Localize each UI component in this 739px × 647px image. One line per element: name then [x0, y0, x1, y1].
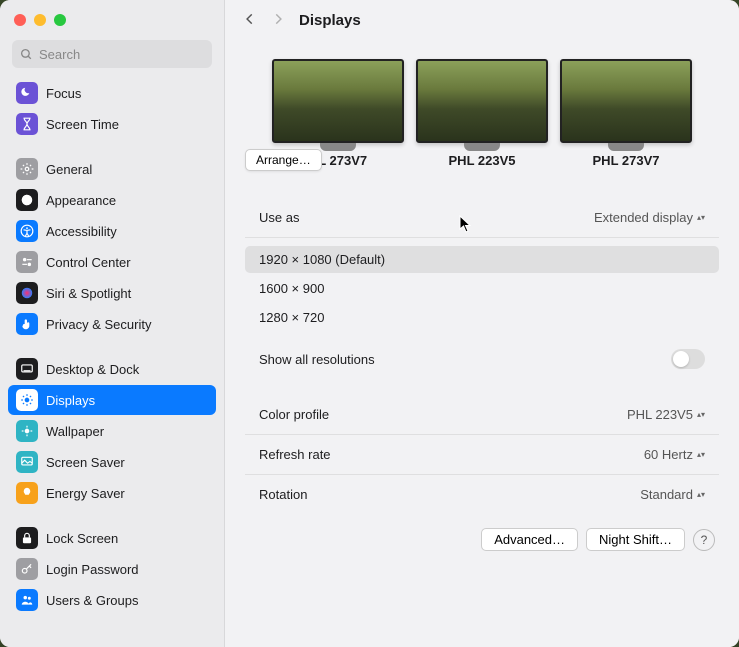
resolution-option[interactable]: 1600 × 900 [245, 275, 719, 302]
gear-icon [16, 158, 38, 180]
help-button[interactable]: ? [693, 529, 715, 551]
use-as-row[interactable]: Use as Extended display ▴▾ [245, 198, 719, 238]
key-icon [16, 558, 38, 580]
sidebar-item-screen-time[interactable]: Screen Time [8, 109, 216, 139]
sidebar-item-label: Login Password [46, 562, 139, 577]
color-profile-row[interactable]: Color profile PHL 223V5▴▾ [245, 395, 719, 435]
sidebar-item-label: Appearance [46, 193, 116, 208]
settings-block-use-as: Use as Extended display ▴▾ 1920 × 1080 (… [245, 198, 719, 381]
monitor-screen-icon [416, 59, 548, 143]
refresh-rate-row[interactable]: Refresh rate 60 Hertz▴▾ [245, 435, 719, 475]
sidebar: Search Focus Screen Time General Appearance… [0, 0, 225, 647]
color-profile-label: Color profile [259, 407, 329, 422]
minimize-window-button[interactable] [34, 14, 46, 26]
bulb-icon [16, 482, 38, 504]
monitor-thumbnail[interactable]: PHL 223V5 [416, 59, 548, 168]
sidebar-item-label: Screen Time [46, 117, 119, 132]
night-shift-button[interactable]: Night Shift… [586, 528, 685, 551]
hand-icon [16, 313, 38, 335]
appearance-icon [16, 189, 38, 211]
chevron-updown-icon: ▴▾ [697, 215, 705, 220]
chevron-updown-icon: ▴▾ [697, 412, 705, 417]
show-all-resolutions-row: Show all resolutions [245, 337, 719, 381]
content: Arrange… HL 273V7PHL 223V5PHL 273V7 Use … [225, 41, 739, 647]
monitor-arrangement: Arrange… HL 273V7PHL 223V5PHL 273V7 [245, 59, 719, 168]
forward-button[interactable] [271, 12, 285, 29]
switches-icon [16, 251, 38, 273]
sidebar-item-energy-saver[interactable]: Energy Saver [8, 478, 216, 508]
sidebar-item-accessibility[interactable]: Accessibility [8, 216, 216, 246]
search-input[interactable]: Search [12, 40, 212, 68]
monitor-screen-icon [272, 59, 404, 143]
advanced-button[interactable]: Advanced… [481, 528, 578, 551]
window-controls [0, 0, 224, 36]
sidebar-item-general[interactable]: General [8, 154, 216, 184]
chevron-updown-icon: ▴▾ [697, 452, 705, 457]
sidebar-item-label: Accessibility [46, 224, 117, 239]
sidebar-item-lock-screen[interactable]: Lock Screen [8, 523, 216, 553]
header: Displays [225, 0, 739, 41]
settings-block-display-props: Color profile PHL 223V5▴▾ Refresh rate 6… [245, 395, 719, 514]
sidebar-item-wallpaper[interactable]: Wallpaper [8, 416, 216, 446]
sidebar-item-privacy-security[interactable]: Privacy & Security [8, 309, 216, 339]
dock-icon [16, 358, 38, 380]
page-title: Displays [299, 12, 361, 29]
search-icon [20, 48, 33, 61]
sidebar-item-label: Control Center [46, 255, 131, 270]
hourglass-icon [16, 113, 38, 135]
sidebar-item-appearance[interactable]: Appearance [8, 185, 216, 215]
resolution-option[interactable]: 1920 × 1080 (Default) [245, 246, 719, 273]
sidebar-item-focus[interactable]: Focus [8, 78, 216, 108]
users-icon [16, 589, 38, 611]
chevron-updown-icon: ▴▾ [697, 492, 705, 497]
sidebar-item-label: Privacy & Security [46, 317, 151, 332]
zoom-window-button[interactable] [54, 14, 66, 26]
show-all-resolutions-toggle[interactable] [671, 349, 705, 369]
rotation-label: Rotation [259, 487, 307, 502]
siri-icon [16, 282, 38, 304]
main-panel: Displays Arrange… HL 273V7PHL 223V5PHL 2… [225, 0, 739, 647]
sidebar-item-label: Users & Groups [46, 593, 138, 608]
screensaver-icon [16, 451, 38, 473]
show-all-resolutions-label: Show all resolutions [259, 352, 375, 367]
sidebar-item-label: Lock Screen [46, 531, 118, 546]
monitor-thumbnail[interactable]: PHL 273V7 [560, 59, 692, 168]
use-as-label: Use as [259, 210, 299, 225]
rotation-row[interactable]: Rotation Standard▴▾ [245, 475, 719, 514]
use-as-value: Extended display ▴▾ [594, 210, 705, 225]
sidebar-item-login-password[interactable]: Login Password [8, 554, 216, 584]
sidebar-nav: Focus Screen Time General Appearance Accessi… [0, 78, 224, 647]
sidebar-item-users-groups[interactable]: Users & Groups [8, 585, 216, 615]
sidebar-item-label: Screen Saver [46, 455, 125, 470]
resolution-option[interactable]: 1280 × 720 [245, 304, 719, 331]
sidebar-item-label: Desktop & Dock [46, 362, 139, 377]
monitor-label: PHL 273V7 [593, 153, 660, 168]
settings-window: Search Focus Screen Time General Appearance… [0, 0, 739, 647]
sidebar-item-label: Displays [46, 393, 95, 408]
sidebar-item-control-center[interactable]: Control Center [8, 247, 216, 277]
sidebar-item-screen-saver[interactable]: Screen Saver [8, 447, 216, 477]
refresh-rate-label: Refresh rate [259, 447, 331, 462]
resolution-list: 1920 × 1080 (Default)1600 × 9001280 × 72… [245, 238, 719, 337]
lock-icon [16, 527, 38, 549]
sidebar-item-displays[interactable]: Displays [8, 385, 216, 415]
sidebar-item-label: Energy Saver [46, 486, 125, 501]
footer-buttons: Advanced… Night Shift… ? [245, 514, 719, 555]
search-placeholder: Search [39, 47, 80, 62]
monitor-screen-icon [560, 59, 692, 143]
sidebar-item-desktop-dock[interactable]: Desktop & Dock [8, 354, 216, 384]
sidebar-item-label: Wallpaper [46, 424, 104, 439]
back-button[interactable] [243, 12, 257, 29]
monitor-label: PHL 223V5 [449, 153, 516, 168]
sidebar-item-label: Siri & Spotlight [46, 286, 131, 301]
accessibility-icon [16, 220, 38, 242]
close-window-button[interactable] [14, 14, 26, 26]
sidebar-item-siri-spotlight[interactable]: Siri & Spotlight [8, 278, 216, 308]
sidebar-item-label: Focus [46, 86, 81, 101]
wallpaper-icon [16, 420, 38, 442]
arrange-button[interactable]: Arrange… [245, 149, 322, 171]
brightness-icon [16, 389, 38, 411]
sidebar-item-label: General [46, 162, 92, 177]
moon-icon [16, 82, 38, 104]
